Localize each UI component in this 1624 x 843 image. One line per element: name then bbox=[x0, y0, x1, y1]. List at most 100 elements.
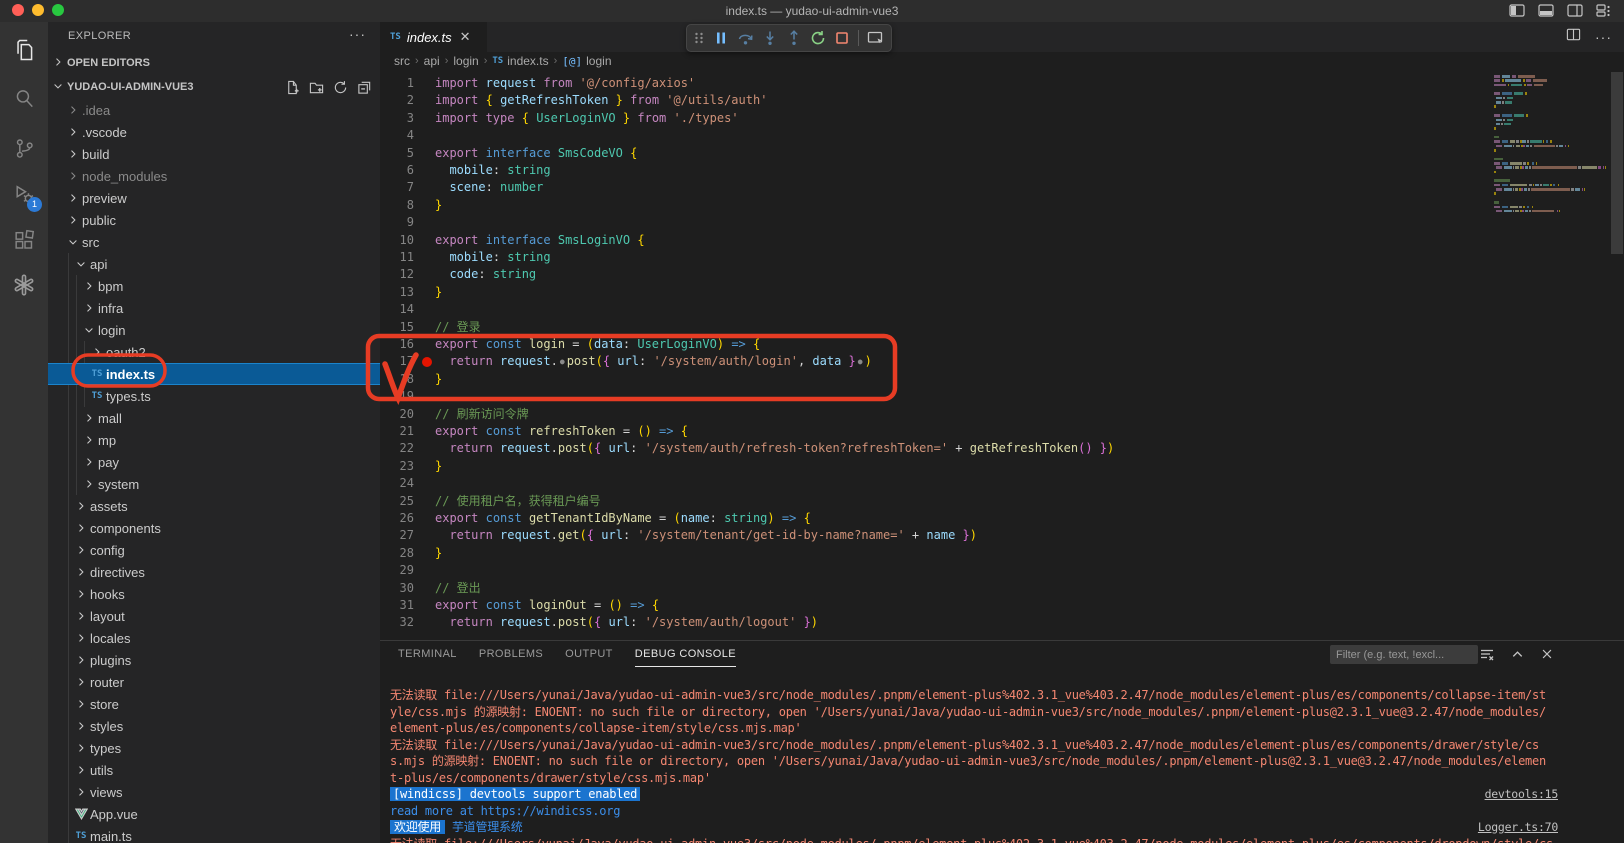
open-editors-section[interactable]: OPEN EDITORS bbox=[48, 52, 380, 74]
line-number[interactable]: 18 bbox=[380, 371, 414, 388]
line-number[interactable]: 30 bbox=[380, 580, 414, 597]
console-source-link[interactable]: devtools:15 bbox=[1485, 786, 1558, 803]
tree-item-system[interactable]: system bbox=[48, 473, 380, 495]
tree-item-components[interactable]: components bbox=[48, 517, 380, 539]
line-number[interactable]: 22 bbox=[380, 440, 414, 457]
line-number[interactable]: 3 bbox=[380, 110, 414, 127]
tree-item-router[interactable]: router bbox=[48, 671, 380, 693]
breadcrumb-item-index.ts[interactable]: TSindex.ts bbox=[492, 54, 548, 68]
split-editor-icon[interactable] bbox=[1566, 27, 1581, 47]
more-actions-icon[interactable]: ··· bbox=[1595, 29, 1612, 45]
line-number[interactable]: 6 bbox=[380, 162, 414, 179]
step-into-button[interactable] bbox=[762, 30, 778, 46]
line-number[interactable]: 9 bbox=[380, 214, 414, 231]
tree-item-preview[interactable]: preview bbox=[48, 187, 380, 209]
line-number[interactable]: 11 bbox=[380, 249, 414, 266]
line-number[interactable]: 10 bbox=[380, 232, 414, 249]
line-number[interactable]: 23 bbox=[380, 458, 414, 475]
line-number[interactable]: 14 bbox=[380, 301, 414, 318]
customize-layout-icon[interactable] bbox=[1596, 3, 1612, 18]
tree-item-index.ts[interactable]: TSindex.ts bbox=[48, 363, 380, 385]
tree-item-build[interactable]: build bbox=[48, 143, 380, 165]
tree-item-bpm[interactable]: bpm bbox=[48, 275, 380, 297]
line-number[interactable]: 27 bbox=[380, 527, 414, 544]
line-number[interactable]: 5 bbox=[380, 145, 414, 162]
close-tab-icon[interactable]: ✕ bbox=[460, 29, 471, 45]
search-icon[interactable] bbox=[0, 78, 48, 118]
tree-item-api[interactable]: api bbox=[48, 253, 380, 275]
tree-item-assets[interactable]: assets bbox=[48, 495, 380, 517]
panel-tab-debug-console[interactable]: DEBUG CONSOLE bbox=[635, 641, 736, 667]
maximize-panel-icon[interactable] bbox=[1510, 647, 1525, 662]
drag-handle-icon[interactable] bbox=[693, 31, 705, 45]
tree-item-store[interactable]: store bbox=[48, 693, 380, 715]
line-number[interactable]: 1 bbox=[380, 75, 414, 92]
line-number[interactable]: 16 bbox=[380, 336, 414, 353]
explorer-more-actions-icon[interactable]: ··· bbox=[349, 26, 366, 42]
tree-item-styles[interactable]: styles bbox=[48, 715, 380, 737]
extensions-icon[interactable] bbox=[0, 220, 48, 260]
tree-item-plugins[interactable]: plugins bbox=[48, 649, 380, 671]
tree-item-types[interactable]: types bbox=[48, 737, 380, 759]
tree-item-node_modules[interactable]: node_modules bbox=[48, 165, 380, 187]
new-folder-icon[interactable] bbox=[309, 80, 324, 95]
breakpoint-dot[interactable] bbox=[422, 357, 432, 367]
line-number[interactable]: 28 bbox=[380, 545, 414, 562]
tree-item-main.ts[interactable]: TSmain.ts bbox=[48, 825, 380, 843]
scrollbar-slider[interactable] bbox=[1611, 72, 1623, 254]
panel-tab-problems[interactable]: PROBLEMS bbox=[479, 641, 543, 667]
tree-item-mp[interactable]: mp bbox=[48, 429, 380, 451]
line-number[interactable]: 15 bbox=[380, 319, 414, 336]
restart-button[interactable] bbox=[810, 30, 826, 46]
step-out-button[interactable] bbox=[786, 30, 802, 46]
console-filter-input[interactable] bbox=[1330, 646, 1478, 665]
pause-button[interactable] bbox=[713, 30, 729, 46]
console-source-link[interactable]: Logger.ts:70 bbox=[1478, 819, 1558, 836]
tree-item-views[interactable]: views bbox=[48, 781, 380, 803]
toggle-secondary-sidebar-icon[interactable] bbox=[1567, 3, 1583, 18]
breadcrumb-item-login[interactable]: login bbox=[453, 54, 478, 68]
tree-item-utils[interactable]: utils bbox=[48, 759, 380, 781]
editor-scrollbar[interactable] bbox=[1610, 70, 1624, 640]
new-file-icon[interactable] bbox=[285, 80, 300, 95]
code-editor[interactable]: 1import request from '@/config/axios'2im… bbox=[380, 70, 1624, 640]
line-number[interactable]: 4 bbox=[380, 127, 414, 144]
tree-item-types.ts[interactable]: TStypes.ts bbox=[48, 385, 380, 407]
tree-item-login[interactable]: login bbox=[48, 319, 380, 341]
line-number[interactable]: 8 bbox=[380, 197, 414, 214]
line-number[interactable]: 20 bbox=[380, 406, 414, 423]
tree-item-public[interactable]: public bbox=[48, 209, 380, 231]
tree-item-pay[interactable]: pay bbox=[48, 451, 380, 473]
toggle-panel-icon[interactable] bbox=[1538, 3, 1554, 18]
line-number[interactable]: 2 bbox=[380, 92, 414, 109]
line-number[interactable]: 31 bbox=[380, 597, 414, 614]
filter-results-icon[interactable] bbox=[1479, 647, 1495, 662]
line-number[interactable]: 25 bbox=[380, 493, 414, 510]
tree-item-.vscode[interactable]: .vscode bbox=[48, 121, 380, 143]
line-number[interactable]: 19 bbox=[380, 388, 414, 405]
tree-item-mall[interactable]: mall bbox=[48, 407, 380, 429]
line-number[interactable]: 7 bbox=[380, 179, 414, 196]
line-number[interactable]: 12 bbox=[380, 266, 414, 283]
inspect-icon[interactable] bbox=[867, 30, 884, 46]
explorer-icon[interactable] bbox=[0, 30, 48, 70]
panel-tab-output[interactable]: OUTPUT bbox=[565, 641, 613, 667]
line-number[interactable]: 21 bbox=[380, 423, 414, 440]
tree-item-locales[interactable]: locales bbox=[48, 627, 380, 649]
close-panel-icon[interactable] bbox=[1540, 647, 1554, 662]
tree-item-oauth2[interactable]: oauth2 bbox=[48, 341, 380, 363]
tree-item-App.vue[interactable]: App.vue bbox=[48, 803, 380, 825]
source-control-icon[interactable] bbox=[0, 128, 48, 168]
tree-item-directives[interactable]: directives bbox=[48, 561, 380, 583]
line-number[interactable]: 32 bbox=[380, 614, 414, 631]
panel-tab-terminal[interactable]: TERMINAL bbox=[398, 641, 457, 667]
breadcrumb-item-login[interactable]: [@]login bbox=[562, 54, 611, 68]
tree-item-layout[interactable]: layout bbox=[48, 605, 380, 627]
collapse-all-icon[interactable] bbox=[357, 80, 372, 95]
toggle-sidebar-icon[interactable] bbox=[1509, 3, 1525, 18]
breadcrumb-item-src[interactable]: src bbox=[394, 54, 410, 68]
tree-item-src[interactable]: src bbox=[48, 231, 380, 253]
tree-item-.idea[interactable]: .idea bbox=[48, 99, 380, 121]
breadcrumb-item-api[interactable]: api bbox=[424, 54, 440, 68]
line-number[interactable]: 13 bbox=[380, 284, 414, 301]
